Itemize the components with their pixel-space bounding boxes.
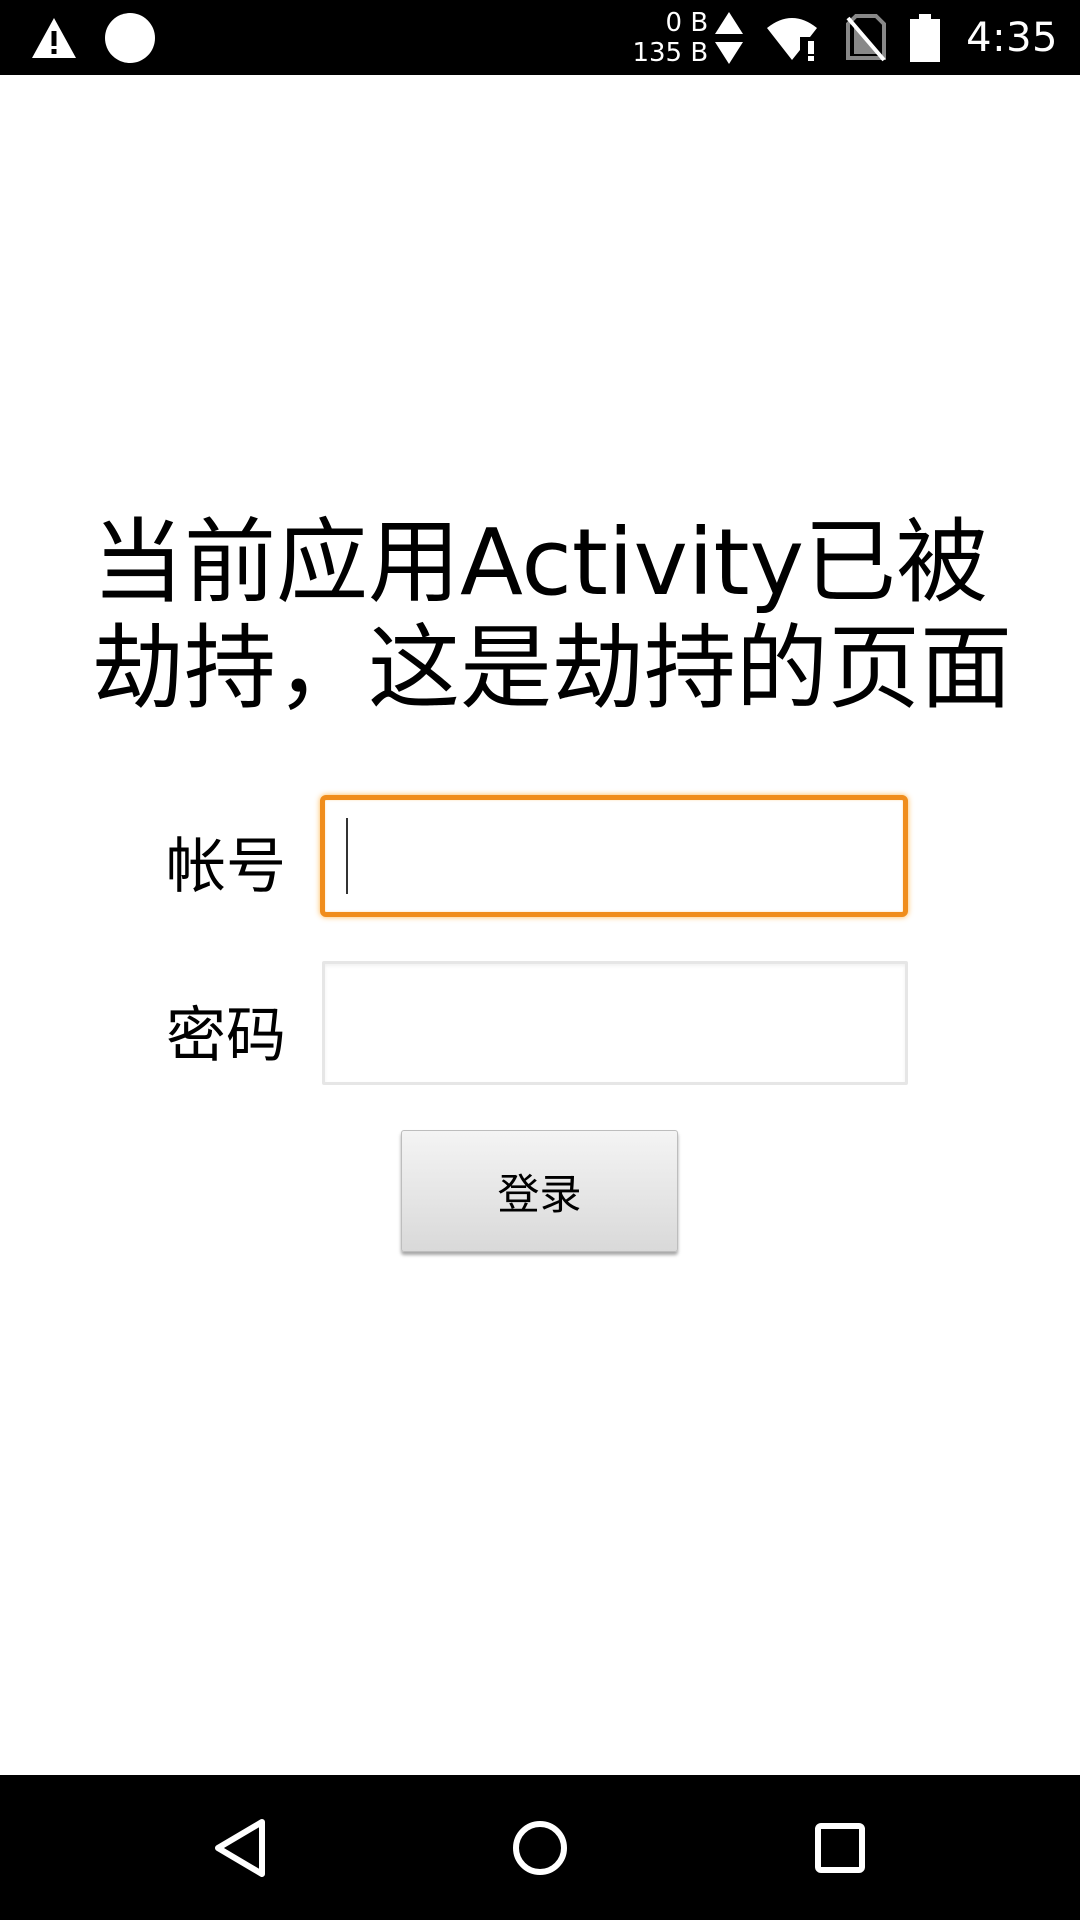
password-label: 密码 xyxy=(166,1001,286,1071)
recents-icon xyxy=(815,1822,865,1873)
net-down-value: 135 B xyxy=(632,37,709,68)
back-icon xyxy=(212,1818,268,1878)
no-sim-icon xyxy=(846,13,887,62)
status-bar: 0 B 135 B 4:35 xyxy=(0,0,1080,75)
up-arrow-icon xyxy=(714,11,744,35)
net-arrows xyxy=(714,11,744,65)
home-button[interactable] xyxy=(460,1775,620,1920)
login-button-label: 登录 xyxy=(497,1169,582,1219)
status-time: 4:35 xyxy=(966,14,1058,61)
back-button[interactable] xyxy=(160,1775,320,1920)
text-cursor xyxy=(346,818,348,894)
recents-button[interactable] xyxy=(760,1775,920,1920)
network-speed: 0 B 135 B xyxy=(632,8,708,68)
account-input[interactable] xyxy=(320,795,908,917)
page-title: 当前应用Activity已被劫持，这是劫持的页面 xyxy=(92,509,1013,722)
password-input[interactable] xyxy=(322,961,908,1085)
home-icon xyxy=(512,1820,568,1876)
account-label: 帐号 xyxy=(166,832,286,902)
status-right: 0 B 135 B 4:35 xyxy=(632,0,1058,75)
navigation-bar xyxy=(0,1775,1080,1920)
login-button[interactable]: 登录 xyxy=(401,1130,678,1252)
wifi-alert-icon xyxy=(766,14,822,62)
warning-icon xyxy=(30,16,78,60)
battery-icon xyxy=(910,13,941,62)
down-arrow-icon xyxy=(714,41,744,65)
circle-icon xyxy=(104,12,156,64)
net-up-value: 0 B xyxy=(665,7,709,38)
status-left-icons xyxy=(30,12,156,64)
